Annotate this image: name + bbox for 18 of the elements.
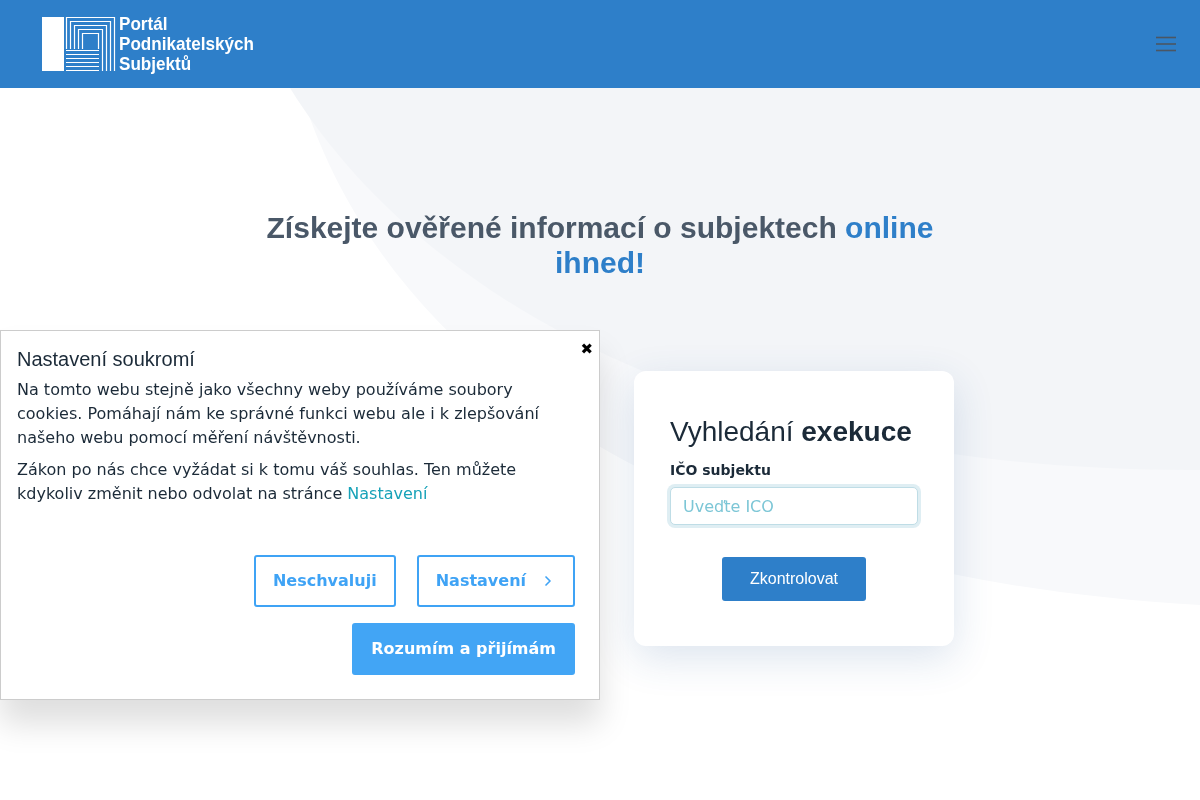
logo-text: Portál <box>119 14 168 34</box>
check-button[interactable]: Zkontrolovat <box>722 557 866 601</box>
menu-icon <box>1156 36 1176 52</box>
dialog-title: Nastavení soukromí <box>17 347 196 372</box>
settings-button[interactable]: Nastavení <box>416 555 575 607</box>
close-button[interactable]: ✖ <box>580 340 593 358</box>
logo-text: Subjektů <box>119 54 192 74</box>
dialog-paragraph: Zákon po nás chce vyžádat si k tomu váš souhlas. Ten můžete kdykoliv změnit nebo odvolat na stránce Nastavení <box>17 459 518 505</box>
dialog-paragraph: Na tomto webu stejně jako všechny weby používáme soubory cookies. Pomáhají nám ke správné funkci webu ale i k zlepšování našeho webu pomocí měření návštěvnosti. <box>17 379 540 449</box>
settings-link[interactable]: Nastavení <box>347 484 428 503</box>
card-title: Vyhledání exekuce <box>670 415 913 449</box>
logo-text: Podnikatelských <box>119 34 254 54</box>
accept-button[interactable]: Rozumím a přijímám <box>352 623 575 675</box>
decline-button[interactable]: Neschvaluji <box>253 555 396 607</box>
hero-heading: Získejte ověřené informací o subjektech online ihned! <box>265 210 935 280</box>
ico-input-field[interactable]: Uveďte ICO <box>670 487 918 525</box>
squares-logo-icon <box>42 16 116 72</box>
field-label: IČO subjektu <box>670 460 772 480</box>
